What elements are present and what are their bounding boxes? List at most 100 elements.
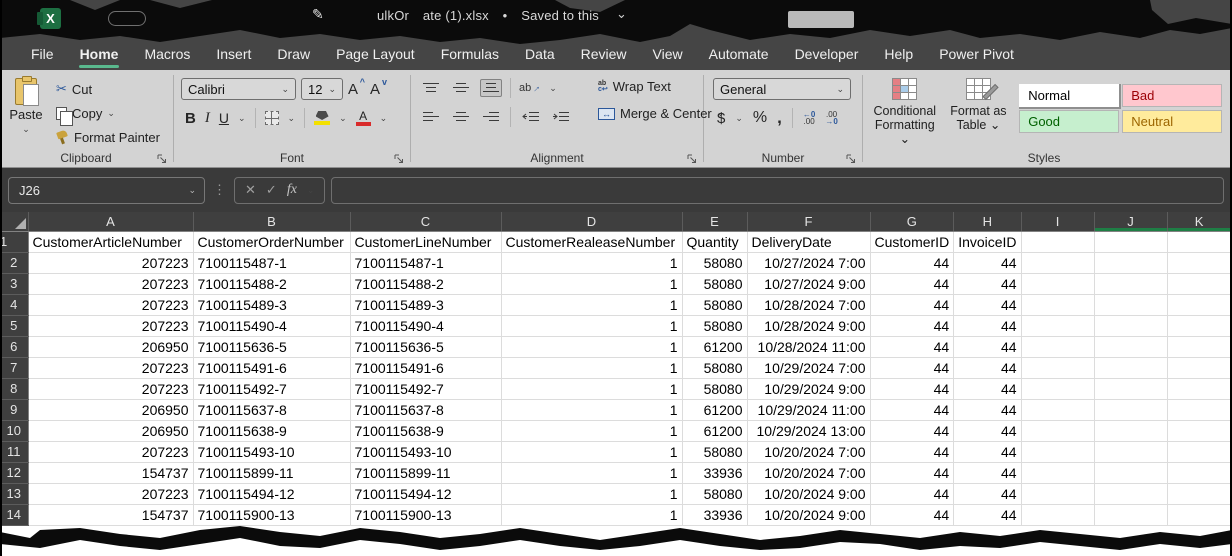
currency-button[interactable]: $ [717,110,725,127]
cell-E1[interactable]: Quantity [682,231,747,252]
font-dialog-launcher-icon[interactable] [394,154,404,164]
cell-K13[interactable] [1167,483,1231,504]
cell-B14[interactable]: 7100115900-13 [193,504,350,525]
cell-C14[interactable]: 7100115900-13 [350,504,501,525]
cell-G7[interactable]: 44 [870,357,954,378]
cell-F3[interactable]: 10/27/2024 9:00 [747,273,870,294]
cell-K11[interactable] [1167,441,1231,462]
menu-tab-automate[interactable]: Automate [696,42,782,68]
cell-H1[interactable]: InvoiceID [954,231,1021,252]
cell-K5[interactable] [1167,315,1231,336]
cell-G4[interactable]: 44 [870,294,954,315]
cell-G13[interactable]: 44 [870,483,954,504]
column-header-K[interactable]: K [1167,212,1231,231]
cell-G6[interactable]: 44 [870,336,954,357]
percent-button[interactable]: % [753,109,767,127]
row-header-13[interactable]: 13 [0,483,28,504]
cell-A4[interactable]: 207223 [28,294,193,315]
cell-K4[interactable] [1167,294,1231,315]
cell-K2[interactable] [1167,252,1231,273]
cell-B13[interactable]: 7100115494-12 [193,483,350,504]
column-header-F[interactable]: F [747,212,870,231]
chevron-down-icon[interactable]: ⌄ [735,113,743,124]
font-name-select[interactable]: Calibri ⌄ [181,78,296,100]
align-top-button[interactable] [420,79,442,97]
cell-I12[interactable] [1021,462,1094,483]
cell-I4[interactable] [1021,294,1094,315]
cell-D3[interactable]: 1 [501,273,682,294]
cell-K9[interactable] [1167,399,1231,420]
italic-button[interactable]: I [205,110,210,127]
menu-tab-developer[interactable]: Developer [782,42,872,68]
cell-H11[interactable]: 44 [954,441,1021,462]
increase-decimal-button[interactable]: ←0.00 [803,111,815,125]
cell-F12[interactable]: 10/20/2024 7:00 [747,462,870,483]
cell-E4[interactable]: 58080 [682,294,747,315]
cell-A14[interactable]: 154737 [28,504,193,525]
menu-tab-file[interactable]: File [18,42,67,68]
cell-A11[interactable]: 207223 [28,441,193,462]
cell-A9[interactable]: 206950 [28,399,193,420]
cell-E8[interactable]: 58080 [682,378,747,399]
menu-tab-help[interactable]: Help [871,42,926,68]
cell-J9[interactable] [1094,399,1167,420]
row-header-4[interactable]: 4 [0,294,28,315]
cell-I14[interactable] [1021,504,1094,525]
align-left-button[interactable] [420,108,442,126]
clipboard-dialog-launcher-icon[interactable] [157,154,167,164]
title-chevron-icon[interactable]: ⌄ [616,6,627,22]
chevron-down-icon[interactable]: ⌄ [288,113,296,124]
cell-C12[interactable]: 7100115899-11 [350,462,501,483]
cell-G12[interactable]: 44 [870,462,954,483]
decrease-indent-button[interactable] [519,108,541,126]
cell-H14[interactable]: 44 [954,504,1021,525]
cell-J3[interactable] [1094,273,1167,294]
menu-tab-formulas[interactable]: Formulas [428,42,512,68]
cell-B9[interactable]: 7100115637-8 [193,399,350,420]
cell-G1[interactable]: CustomerID [870,231,954,252]
align-center-button[interactable] [450,108,472,126]
cell-C2[interactable]: 7100115487-1 [350,252,501,273]
cell-A10[interactable]: 206950 [28,420,193,441]
cell-J14[interactable] [1094,504,1167,525]
format-painter-button[interactable]: Format Painter [52,129,164,146]
decrease-font-button[interactable]: Av [370,81,387,98]
column-header-G[interactable]: G [870,212,954,231]
cell-E5[interactable]: 58080 [682,315,747,336]
comma-button[interactable]: , [777,113,782,123]
cell-J2[interactable] [1094,252,1167,273]
row-header-14[interactable]: 14 [0,504,28,525]
row-header-12[interactable]: 12 [0,462,28,483]
cell-E10[interactable]: 61200 [682,420,747,441]
cell-I2[interactable] [1021,252,1094,273]
cell-K12[interactable] [1167,462,1231,483]
cell-J13[interactable] [1094,483,1167,504]
cell-style-normal[interactable]: Normal [1019,84,1119,107]
cell-J8[interactable] [1094,378,1167,399]
cell-A1[interactable]: CustomerArticleNumber [28,231,193,252]
cell-C11[interactable]: 7100115493-10 [350,441,501,462]
cell-F2[interactable]: 10/27/2024 7:00 [747,252,870,273]
cell-I13[interactable] [1021,483,1094,504]
fill-color-button[interactable] [314,111,330,125]
alignment-dialog-launcher-icon[interactable] [687,154,697,164]
cell-I10[interactable] [1021,420,1094,441]
formula-bar-grip-icon[interactable]: ⋮ [211,182,228,198]
cell-D9[interactable]: 1 [501,399,682,420]
cell-C4[interactable]: 7100115489-3 [350,294,501,315]
cell-I5[interactable] [1021,315,1094,336]
cell-J10[interactable] [1094,420,1167,441]
cell-I1[interactable] [1021,231,1094,252]
row-header-1[interactable]: 1 [0,231,28,252]
cell-B2[interactable]: 7100115487-1 [193,252,350,273]
increase-font-button[interactable]: A^ [348,81,365,98]
menu-tab-review[interactable]: Review [568,42,640,68]
cell-A13[interactable]: 207223 [28,483,193,504]
cell-A2[interactable]: 207223 [28,252,193,273]
align-right-button[interactable] [480,108,502,126]
cell-H12[interactable]: 44 [954,462,1021,483]
chevron-down-icon[interactable]: ⌄ [307,185,315,196]
cell-H4[interactable]: 44 [954,294,1021,315]
cell-H3[interactable]: 44 [954,273,1021,294]
cell-H10[interactable]: 44 [954,420,1021,441]
